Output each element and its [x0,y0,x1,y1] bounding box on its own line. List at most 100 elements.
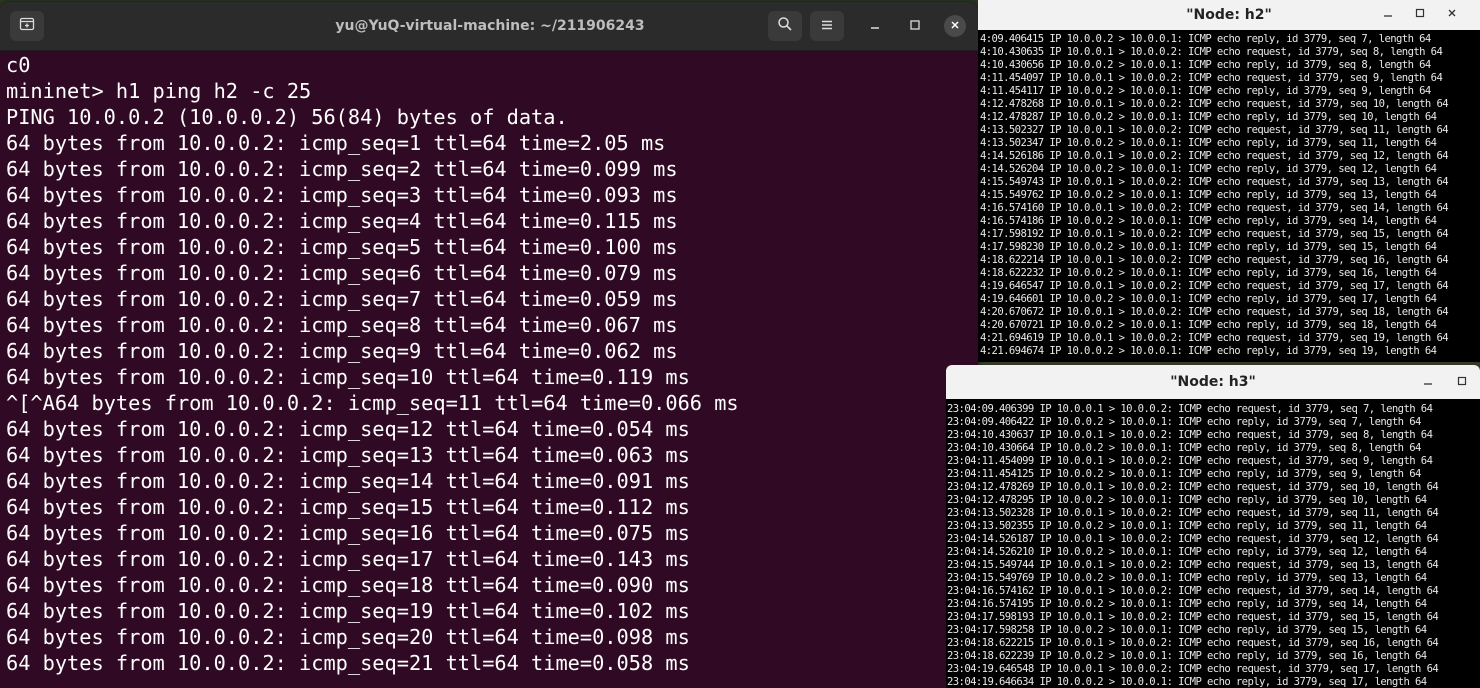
output-line: 4:12.478268 IP 10.0.0.1 > 10.0.0.2: ICMP… [980,98,1449,110]
output-line: 64 bytes from 10.0.0.2: icmp_seq=15 ttl=… [6,495,690,519]
output-line: 4:09.406415 IP 10.0.0.2 > 10.0.0.1: ICMP… [980,33,1431,45]
output-line: 23:04:09.406422 IP 10.0.0.2 > 10.0.0.1: … [947,416,1421,428]
close-icon [950,19,960,33]
output-line: 4:17.598230 IP 10.0.0.2 > 10.0.0.1: ICMP… [980,241,1437,253]
close-icon [1447,7,1457,21]
output-line: 4:15.549743 IP 10.0.0.1 > 10.0.0.2: ICMP… [980,176,1449,188]
output-line: 23:04:10.430637 IP 10.0.0.1 > 10.0.0.2: … [947,429,1433,441]
node-h2-maximize-button[interactable] [1410,4,1430,24]
output-line: 23:04:16.574162 IP 10.0.0.1 > 10.0.0.2: … [947,585,1439,597]
output-line: 23:04:14.526210 IP 10.0.0.2 > 10.0.0.1: … [947,546,1427,558]
output-line: 4:15.549762 IP 10.0.0.2 > 10.0.0.1: ICMP… [980,189,1437,201]
minimize-button[interactable] [864,15,886,37]
new-tab-icon [19,16,35,36]
terminal-window[interactable]: yu@YuQ-virtual-machine: ~/211906243 c0 m… [0,2,978,688]
maximize-icon [1457,375,1467,389]
terminal-header-bar[interactable]: yu@YuQ-virtual-machine: ~/211906243 [0,2,978,51]
output-line: 4:14.526186 IP 10.0.0.1 > 10.0.0.2: ICMP… [980,150,1449,162]
output-line: 4:19.646601 IP 10.0.0.2 > 10.0.0.1: ICMP… [980,293,1437,305]
output-line: 23:04:15.549769 IP 10.0.0.2 > 10.0.0.1: … [947,572,1427,584]
output-line: 23:04:13.502328 IP 10.0.0.1 > 10.0.0.2: … [947,507,1439,519]
search-icon [777,16,793,36]
node-h3-maximize-button[interactable] [1452,372,1472,392]
terminal-title: yu@YuQ-virtual-machine: ~/211906243 [335,18,645,34]
output-line: 64 bytes from 10.0.0.2: icmp_seq=13 ttl=… [6,443,690,467]
node-h2-titlebar[interactable]: "Node: h2" [978,0,1480,30]
close-button[interactable] [944,15,966,37]
output-line: 23:04:18.622215 IP 10.0.0.1 > 10.0.0.2: … [947,637,1439,649]
minimize-icon [1383,7,1393,21]
output-line: 4:16.574186 IP 10.0.0.2 > 10.0.0.1: ICMP… [980,215,1437,227]
node-h2-minimize-button[interactable] [1378,4,1398,24]
output-line: 64 bytes from 10.0.0.2: icmp_seq=8 ttl=6… [6,313,678,337]
output-line: 64 bytes from 10.0.0.2: icmp_seq=20 ttl=… [6,625,690,649]
output-line: 64 bytes from 10.0.0.2: icmp_seq=3 ttl=6… [6,183,678,207]
output-line: 64 bytes from 10.0.0.2: icmp_seq=18 ttl=… [6,573,690,597]
hamburger-menu-icon [820,17,834,36]
output-line: 4:19.646547 IP 10.0.0.1 > 10.0.0.2: ICMP… [980,280,1449,292]
output-line: 4:21.694674 IP 10.0.0.2 > 10.0.0.1: ICMP… [980,345,1437,357]
search-button[interactable] [768,11,802,41]
maximize-icon [1415,7,1425,21]
output-line: 23:04:09.406399 IP 10.0.0.1 > 10.0.0.2: … [947,403,1433,415]
output-line: 64 bytes from 10.0.0.2: icmp_seq=7 ttl=6… [6,287,678,311]
output-line: 23:04:19.646548 IP 10.0.0.1 > 10.0.0.2: … [947,663,1439,675]
output-line: PING 10.0.0.2 (10.0.0.2) 56(84) bytes of… [6,105,568,129]
node-h3-title: "Node: h3" [1170,374,1256,390]
output-line: 4:11.454097 IP 10.0.0.1 > 10.0.0.2: ICMP… [980,72,1443,84]
output-line: 4:10.430656 IP 10.0.0.2 > 10.0.0.1: ICMP… [980,59,1431,71]
node-h2-window[interactable]: "Node: h2" 4:09.406415 IP 10.0.0.2 > 10.… [978,0,1480,362]
new-tab-button[interactable] [10,11,44,41]
node-h2-title: "Node: h2" [1186,7,1272,23]
output-line: 64 bytes from 10.0.0.2: icmp_seq=2 ttl=6… [6,157,678,181]
minimize-icon [1423,375,1433,389]
output-line: ^[^A64 bytes from 10.0.0.2: icmp_seq=11 … [6,391,739,415]
output-line: 23:04:12.478295 IP 10.0.0.2 > 10.0.0.1: … [947,494,1427,506]
output-line: c0 [6,53,31,77]
output-line: 64 bytes from 10.0.0.2: icmp_seq=14 ttl=… [6,469,690,493]
output-line: 64 bytes from 10.0.0.2: icmp_seq=6 ttl=6… [6,261,678,285]
output-line: 64 bytes from 10.0.0.2: icmp_seq=5 ttl=6… [6,235,678,259]
output-line: 4:20.670721 IP 10.0.0.2 > 10.0.0.1: ICMP… [980,319,1437,331]
output-line: 23:04:13.502355 IP 10.0.0.2 > 10.0.0.1: … [947,520,1427,532]
node-h3-minimize-button[interactable] [1418,372,1438,392]
maximize-button[interactable] [904,15,926,37]
output-line: 23:04:19.646634 IP 10.0.0.2 > 10.0.0.1: … [947,676,1427,688]
menu-button[interactable] [810,11,844,41]
output-line: 23:04:14.526187 IP 10.0.0.1 > 10.0.0.2: … [947,533,1439,545]
desktop-background: yu@YuQ-virtual-machine: ~/211906243 c0 m… [0,0,1480,688]
output-line: 64 bytes from 10.0.0.2: icmp_seq=16 ttl=… [6,521,690,545]
output-line: 64 bytes from 10.0.0.2: icmp_seq=19 ttl=… [6,599,690,623]
output-line: 4:18.622214 IP 10.0.0.1 > 10.0.0.2: ICMP… [980,254,1449,266]
output-line: 23:04:17.598258 IP 10.0.0.2 > 10.0.0.1: … [947,624,1427,636]
output-line: 64 bytes from 10.0.0.2: icmp_seq=10 ttl=… [6,365,690,389]
output-line: 4:14.526204 IP 10.0.0.2 > 10.0.0.1: ICMP… [980,163,1437,175]
terminal-output[interactable]: c0 mininet> h1 ping h2 -c 25 PING 10.0.0.2… [6,52,972,688]
output-line: 64 bytes from 10.0.0.2: icmp_seq=17 ttl=… [6,547,690,571]
output-line: 23:04:16.574195 IP 10.0.0.2 > 10.0.0.1: … [947,598,1427,610]
output-line: 64 bytes from 10.0.0.2: icmp_seq=9 ttl=6… [6,339,678,363]
node-h2-output[interactable]: 4:09.406415 IP 10.0.0.2 > 10.0.0.1: ICMP… [980,33,1449,358]
node-h3-output[interactable]: 23:04:09.406399 IP 10.0.0.1 > 10.0.0.2: … [947,403,1439,688]
node-h3-titlebar[interactable]: "Node: h3" [946,365,1480,399]
output-line: 4:13.502347 IP 10.0.0.2 > 10.0.0.1: ICMP… [980,137,1437,149]
node-h3-window[interactable]: "Node: h3" 23:04:09.406399 IP 10.0.0.1 >… [946,365,1480,688]
output-line: 23:04:18.622239 IP 10.0.0.2 > 10.0.0.1: … [947,650,1427,662]
output-line: 64 bytes from 10.0.0.2: icmp_seq=12 ttl=… [6,417,690,441]
output-line: 4:18.622232 IP 10.0.0.2 > 10.0.0.1: ICMP… [980,267,1437,279]
output-line: 4:10.430635 IP 10.0.0.1 > 10.0.0.2: ICMP… [980,46,1443,58]
output-line: 64 bytes from 10.0.0.2: icmp_seq=21 ttl=… [6,651,690,675]
output-line: 4:12.478287 IP 10.0.0.2 > 10.0.0.1: ICMP… [980,111,1437,123]
output-line: 23:04:11.454099 IP 10.0.0.1 > 10.0.0.2: … [947,455,1433,467]
output-line: mininet> h1 ping h2 -c 25 [6,79,312,103]
output-line: 23:04:12.478269 IP 10.0.0.1 > 10.0.0.2: … [947,481,1439,493]
output-line: 4:17.598192 IP 10.0.0.1 > 10.0.0.2: ICMP… [980,228,1449,240]
output-line: 4:13.502327 IP 10.0.0.1 > 10.0.0.2: ICMP… [980,124,1449,136]
output-line: 23:04:10.430664 IP 10.0.0.2 > 10.0.0.1: … [947,442,1421,454]
maximize-icon [910,19,920,34]
minimize-icon [870,19,880,34]
output-line: 4:20.670672 IP 10.0.0.1 > 10.0.0.2: ICMP… [980,306,1449,318]
output-line: 23:04:11.454125 IP 10.0.0.2 > 10.0.0.1: … [947,468,1421,480]
node-h2-close-button[interactable] [1442,4,1462,24]
output-line: 23:04:17.598193 IP 10.0.0.1 > 10.0.0.2: … [947,611,1439,623]
